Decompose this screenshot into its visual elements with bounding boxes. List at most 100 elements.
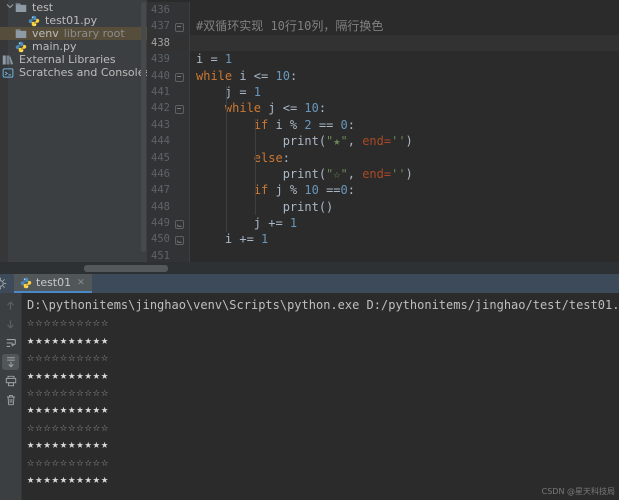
code-line-448[interactable]: 448 print(): [147, 199, 619, 215]
run-console: D:\pythonitems\jinghao\venv\Scripts\pyth…: [0, 293, 619, 500]
tree-item-annotation: library root: [64, 27, 125, 40]
gutter[interactable]: 438: [147, 35, 190, 51]
tree-item-external-libraries[interactable]: External Libraries: [0, 53, 147, 66]
fold-marker-icon[interactable]: −: [170, 68, 188, 84]
console-line: ☆☆☆☆☆☆☆☆☆☆: [27, 349, 619, 366]
folder-icon: [15, 28, 28, 40]
tree-item-main-py[interactable]: main.py: [0, 40, 147, 53]
close-icon[interactable]: ✕: [77, 278, 85, 288]
gutter[interactable]: 445: [147, 150, 190, 166]
tree-item-label: External Libraries: [19, 53, 116, 66]
horizontal-scrollbar-thumb[interactable]: [84, 265, 168, 272]
code-line-439[interactable]: 439i = 1: [147, 51, 619, 67]
fold-column: [170, 166, 188, 182]
libraries-icon: [2, 54, 15, 66]
fold-marker-icon[interactable]: −: [170, 18, 188, 34]
code-line-437[interactable]: 437−#双循环实现 10行10列，隔行换色: [147, 18, 619, 34]
gutter[interactable]: 448: [147, 199, 190, 215]
code-text[interactable]: while j <= 10:: [190, 100, 619, 116]
scroll-to-end-icon[interactable]: [2, 354, 19, 370]
fold-column: [170, 133, 188, 149]
chevron-down-icon[interactable]: [4, 2, 15, 13]
code-line-441[interactable]: 441 j = 1: [147, 84, 619, 100]
tree-item-label: main.py: [32, 40, 76, 53]
line-number: 447: [147, 182, 170, 198]
code-line-446[interactable]: 446 print("☆", end=''): [147, 166, 619, 182]
gutter[interactable]: 447: [147, 182, 190, 198]
code-text[interactable]: #双循环实现 10行10列，隔行换色: [190, 18, 619, 34]
gutter[interactable]: 449¬: [147, 215, 190, 231]
tree-item-scratches-and-consoles[interactable]: Scratches and Consoles: [0, 66, 147, 79]
run-tab-test01[interactable]: test01 ✕: [14, 274, 92, 293]
fold-column: [170, 35, 188, 51]
gutter[interactable]: 441: [147, 84, 190, 100]
project-tree: testtest01.pyvenv library rootmain.pyExte…: [0, 1, 147, 79]
print-icon[interactable]: [2, 373, 19, 389]
console-line: ☆☆☆☆☆☆☆☆☆☆: [27, 314, 619, 331]
code-line-442[interactable]: 442− while j <= 10:: [147, 100, 619, 116]
code-text[interactable]: [190, 35, 619, 51]
code-line-451[interactable]: 451: [147, 248, 619, 262]
gutter[interactable]: 439: [147, 51, 190, 67]
tree-item-label: venv: [32, 27, 59, 40]
line-number: 451: [147, 248, 170, 262]
code-text[interactable]: while i <= 10:: [190, 68, 619, 84]
gutter[interactable]: 442−: [147, 100, 190, 116]
up-arrow-icon[interactable]: [2, 297, 19, 313]
console-output[interactable]: D:\pythonitems\jinghao\venv\Scripts\pyth…: [22, 293, 619, 500]
gutter[interactable]: 436: [147, 2, 190, 18]
watermark: CSDN @星天科技局: [542, 486, 615, 497]
code-line-438[interactable]: 438: [147, 35, 619, 51]
gutter[interactable]: 450¬: [147, 231, 190, 247]
console-line: ★★★★★★★★★★: [27, 332, 619, 349]
gutter[interactable]: 443: [147, 117, 190, 133]
fold-column: [170, 84, 188, 100]
line-number: 442: [147, 100, 170, 116]
tree-item-test01-py[interactable]: test01.py: [0, 14, 147, 27]
gear-icon[interactable]: [0, 274, 10, 293]
line-number: 441: [147, 84, 170, 100]
code-text[interactable]: [190, 2, 619, 18]
python-icon: [15, 41, 28, 53]
code-text[interactable]: i += 1: [190, 231, 619, 247]
soft-wrap-icon[interactable]: [2, 335, 19, 351]
code-text[interactable]: [190, 248, 619, 262]
line-number: 440: [147, 68, 170, 84]
down-arrow-icon[interactable]: [2, 316, 19, 332]
code-line-440[interactable]: 440−while i <= 10:: [147, 68, 619, 84]
code-line-450[interactable]: 450¬ i += 1: [147, 231, 619, 247]
console-line: ☆☆☆☆☆☆☆☆☆☆: [27, 419, 619, 436]
code-line-449[interactable]: 449¬ j += 1: [147, 215, 619, 231]
gutter[interactable]: 440−: [147, 68, 190, 84]
code-text[interactable]: i = 1: [190, 51, 619, 67]
fold-marker-icon[interactable]: ¬: [170, 231, 188, 247]
indent-guide: [255, 119, 256, 215]
gutter[interactable]: 444: [147, 133, 190, 149]
line-number: 449: [147, 215, 170, 231]
code-text[interactable]: j = 1: [190, 84, 619, 100]
gutter[interactable]: 437−: [147, 18, 190, 34]
code-editor[interactable]: 436437−#双循环实现 10行10列，隔行换色438439i = 1440−…: [147, 0, 619, 262]
console-line: ★★★★★★★★★★: [27, 401, 619, 418]
code-text[interactable]: j += 1: [190, 215, 619, 231]
fold-column: [170, 117, 188, 133]
fold-marker-icon[interactable]: ¬: [170, 215, 188, 231]
gutter[interactable]: 446: [147, 166, 190, 182]
tree-item-test[interactable]: test: [0, 1, 147, 14]
indent-guide: [226, 86, 227, 232]
code-line-447[interactable]: 447 if j % 10 ==0:: [147, 182, 619, 198]
delete-icon[interactable]: [2, 392, 19, 408]
gutter[interactable]: 451: [147, 248, 190, 262]
code-line-444[interactable]: 444 print("★", end=''): [147, 133, 619, 149]
code-line-436[interactable]: 436: [147, 2, 619, 18]
project-tool-window: testtest01.pyvenv library rootmain.pyExte…: [0, 0, 147, 262]
fold-column: [170, 248, 188, 262]
code-line-445[interactable]: 445 else:: [147, 150, 619, 166]
fold-marker-icon[interactable]: −: [170, 100, 188, 116]
line-number: 448: [147, 199, 170, 215]
tree-item-label: test: [32, 1, 53, 14]
code-line-443[interactable]: 443 if i % 2 == 0:: [147, 117, 619, 133]
tree-item-venv[interactable]: venv library root: [0, 27, 147, 40]
project-panel-scrollbar[interactable]: [141, 2, 146, 252]
fold-column: [170, 150, 188, 166]
